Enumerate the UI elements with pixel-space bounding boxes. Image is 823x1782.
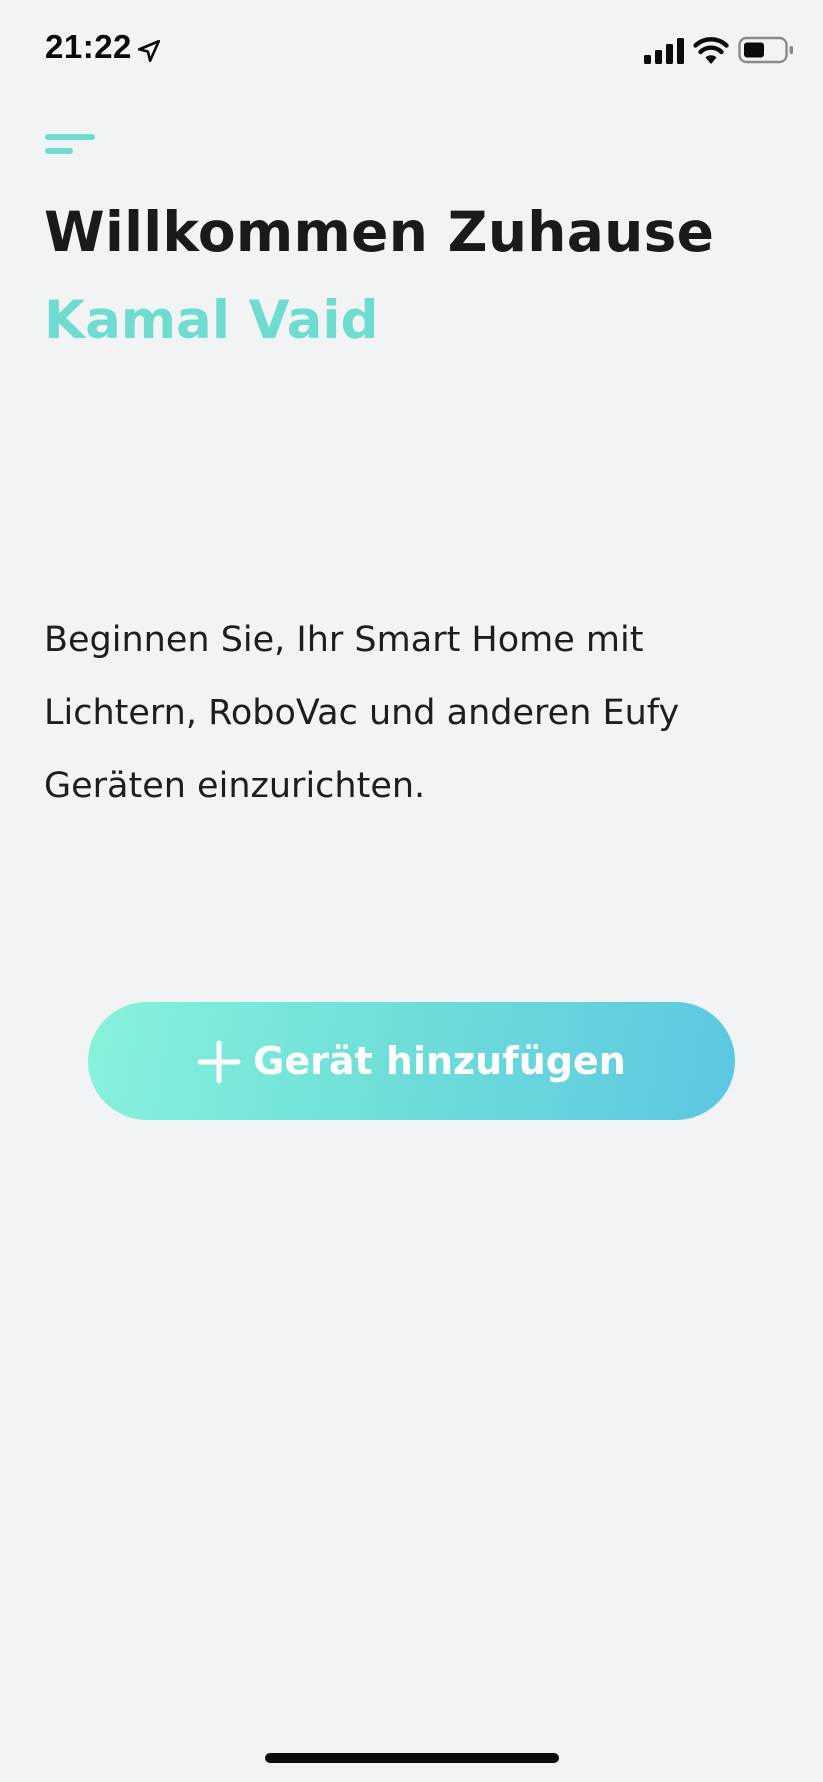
intro-text: Beginnen Sie, Ihr Smart Home mit Lichter… — [44, 620, 680, 806]
add-device-label: Gerät hinzufügen — [253, 1039, 626, 1083]
home-indicator[interactable] — [265, 1753, 559, 1763]
battery-icon — [738, 36, 793, 64]
hamburger-menu-icon — [45, 134, 95, 140]
status-time: 21:22 — [45, 28, 132, 65]
location-arrow-icon — [137, 39, 161, 63]
wifi-icon — [693, 37, 729, 64]
cellular-signal-icon — [644, 38, 684, 64]
hamburger-menu-icon-line — [45, 148, 73, 154]
plus-icon — [197, 1040, 241, 1084]
menu-button[interactable] — [45, 132, 97, 158]
page-title: Willkommen Zuhause — [44, 200, 715, 264]
status-bar: 21:22 — [0, 0, 823, 100]
add-device-button[interactable]: Gerät hinzufügen — [88, 1002, 735, 1120]
user-name: Kamal Vaid — [44, 290, 379, 351]
